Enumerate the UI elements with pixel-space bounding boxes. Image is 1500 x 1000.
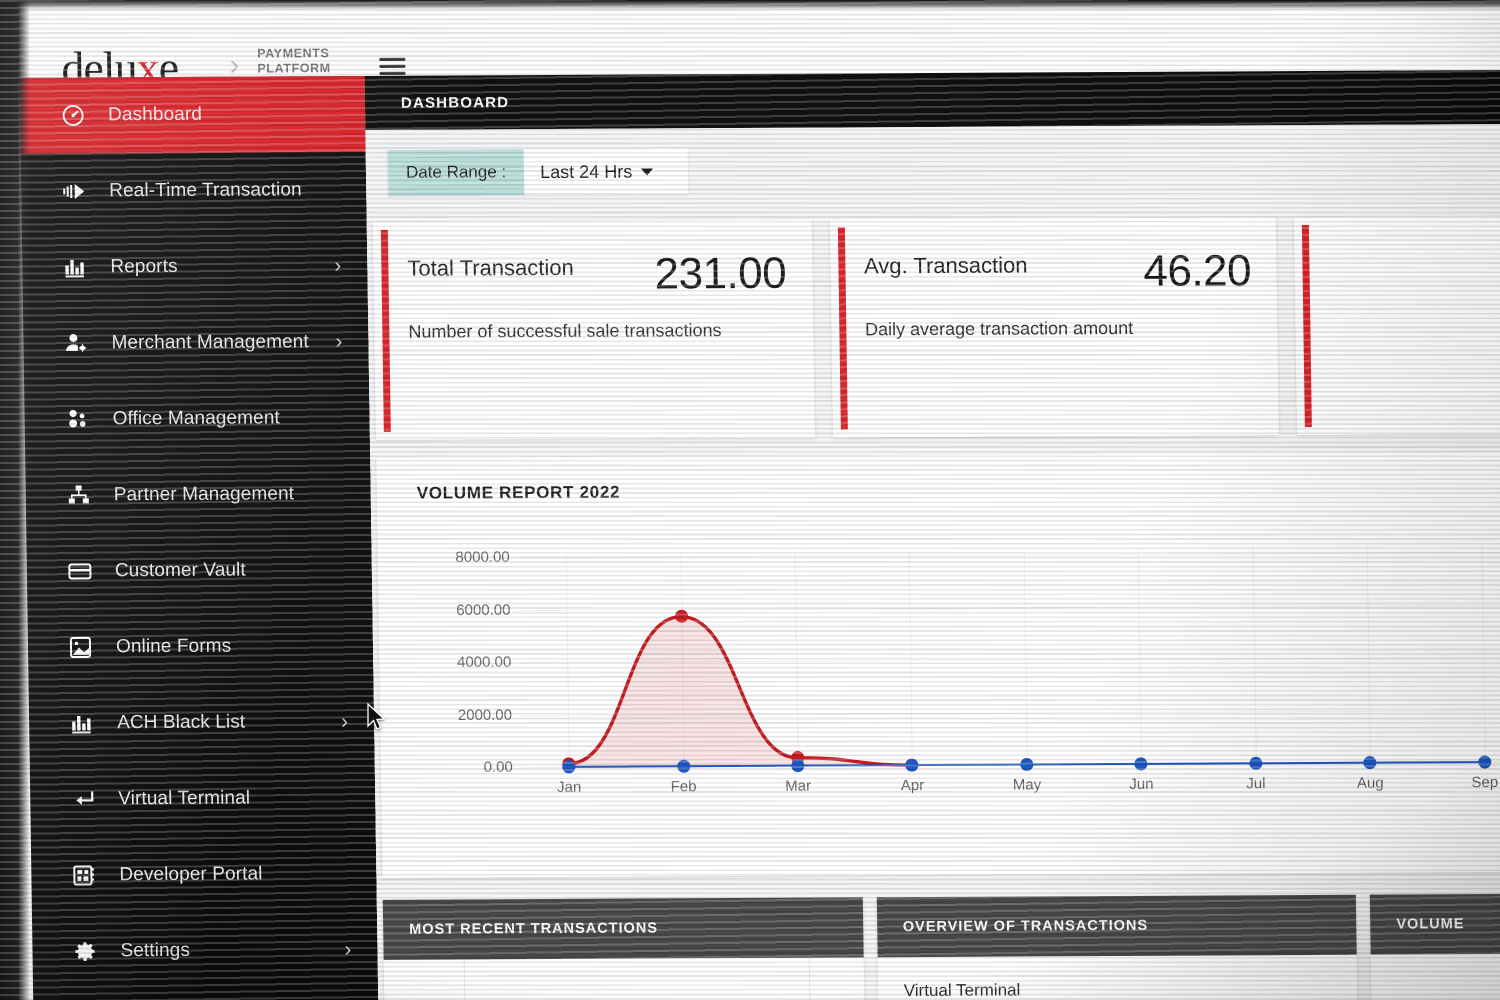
- panel-body: TRANS: [384, 957, 865, 1000]
- kpi-card-3: [1294, 215, 1500, 436]
- sidebar-item-label: Reports: [110, 255, 178, 278]
- user-gear-icon: [61, 330, 91, 356]
- credit-card-icon: [65, 558, 95, 584]
- enter-arrow-icon: [68, 786, 98, 812]
- kpi-card-header: Total Transaction 231.00: [407, 248, 787, 299]
- sidebar-item-office-management[interactable]: Office Management: [24, 380, 370, 458]
- volume-report-chart: 0.00 2000.00 4000.00 6000.00 8000.00 Jan Feb Ma…: [418, 546, 1500, 802]
- speedometer-icon: [58, 102, 88, 128]
- chart-data-point: [676, 759, 690, 773]
- sidebar-item-label: Customer Vault: [114, 559, 246, 582]
- sidebar-item-label: Settings: [120, 939, 191, 962]
- sidebar-item-label: Dashboard: [107, 103, 203, 126]
- kpi-value: 231.00: [654, 248, 787, 299]
- sidebar-item-virtual-terminal[interactable]: Virtual Terminal: [30, 760, 376, 838]
- kpi-subtitle: Daily average transaction amount: [864, 317, 1134, 339]
- sidebar-item-label: Online Forms: [115, 635, 232, 658]
- sidebar-item-label: Partner Management: [113, 483, 295, 506]
- panel-title: MOST RECENT TRANSACTIONS: [382, 897, 864, 960]
- chart-data-point: [1020, 757, 1034, 772]
- org-chart-icon: [64, 482, 94, 508]
- people-icon: [62, 406, 92, 432]
- volume-report-panel: VOLUME REPORT 2022 0.00 2000.00 4000.00 600…: [376, 451, 1500, 878]
- chevron-right-icon: ›: [335, 330, 343, 354]
- date-range-label: Date Range :: [387, 149, 525, 196]
- chart-data-point: [905, 758, 919, 772]
- monitor-bezel-left: [0, 0, 30, 1000]
- kpi-value: 46.20: [1143, 246, 1252, 296]
- developer-board-icon: [69, 862, 99, 888]
- kpi-card-list: Total Transaction 231.00 Number of success…: [372, 215, 1500, 440]
- sidebar-item-ach-black-list[interactable]: ACH Black List ›: [29, 684, 375, 762]
- sidebar-item-customer-vault[interactable]: Customer Vault: [26, 532, 372, 610]
- brand-tagline-line2: PLATFORM: [257, 60, 331, 76]
- sidebar-item-merchant-management[interactable]: Merchant Management ›: [23, 304, 369, 382]
- monitor-photo: gy A.C of Polar deluxe. › PAYMENTS PLATF…: [0, 0, 1500, 1000]
- chart-data-point: [791, 759, 805, 773]
- sidebar-item-label: Real-Time Transaction: [109, 179, 302, 202]
- monitor-bezel-top: [0, 0, 1500, 10]
- panel-most-recent-transactions: MOST RECENT TRANSACTIONSTRANS: [382, 897, 865, 1000]
- panel-body: Virtual Terminal: [877, 955, 1358, 1000]
- form-icon: [66, 634, 96, 660]
- panel-title: OVERVIEW OF TRANSACTIONS: [876, 894, 1357, 958]
- signal-arrow-icon: [59, 178, 89, 204]
- sidebar-item-developer-portal[interactable]: Developer Portal: [31, 836, 377, 914]
- sidebar-item-real-time-transaction[interactable]: Real-Time Transaction: [21, 152, 367, 230]
- volume-report-title: VOLUME REPORT 2022: [416, 482, 621, 503]
- page-title: DASHBOARD: [400, 93, 510, 112]
- kpi-card-2: Avg. Transaction 46.20 Daily average trans…: [829, 217, 1280, 438]
- sidebar-item-partner-management[interactable]: Partner Management: [25, 456, 371, 534]
- panel-body: [1371, 954, 1500, 1000]
- sidebar-item-settings[interactable]: Settings ›: [32, 912, 378, 990]
- chart-series-layer: [568, 614, 1485, 768]
- kpi-title: Total Transaction: [407, 254, 574, 281]
- chart-data-point: [674, 610, 688, 624]
- gear-icon: [70, 938, 100, 964]
- sidebar-item-label: Merchant Management: [111, 331, 309, 354]
- chevron-right-icon: ›: [340, 710, 349, 734]
- sidebar-item-label: ACH Black List: [116, 711, 246, 734]
- main-area: DASHBOARD Date Range : Last 24 Hrs Total…: [364, 69, 1500, 1000]
- kpi-card-1: Total Transaction 231.00 Number of success…: [372, 219, 815, 440]
- app-header: deluxe. › PAYMENTS PLATFORM: [0, 0, 1500, 94]
- chart-data-point: [1134, 757, 1148, 771]
- chevron-right-icon: ›: [334, 254, 342, 278]
- dashboard-content: Date Range : Last 24 Hrs Total Transacti…: [365, 123, 1500, 1000]
- date-range-value: Last 24 Hrs: [540, 161, 633, 182]
- bar-chart-icon: [67, 710, 97, 736]
- list-item[interactable]: Virtual Terminal: [877, 955, 1357, 1000]
- panel-title: VOLUME: [1369, 893, 1500, 955]
- sidebar: Dashboard Real-Time Transaction Reports › Me…: [19, 75, 380, 1000]
- sidebar-item-label: Virtual Terminal: [118, 787, 251, 810]
- kpi-title: Avg. Transaction: [863, 252, 1028, 279]
- chevron-right-icon: ›: [344, 938, 352, 962]
- chevron-down-icon: [641, 167, 654, 176]
- chart-data-point: [562, 760, 576, 774]
- chart-data-point: [1363, 756, 1377, 770]
- app-screen: gy A.C of Polar deluxe. › PAYMENTS PLATF…: [0, 0, 1500, 1000]
- breadcrumb: DASHBOARD: [364, 69, 1500, 130]
- sidebar-item-online-forms[interactable]: Online Forms: [27, 608, 373, 686]
- chart-data-point: [1477, 755, 1492, 769]
- date-range-select[interactable]: Last 24 Hrs: [524, 148, 670, 195]
- brand-tagline-line1: PAYMENTS: [257, 46, 330, 61]
- sidebar-item-label: Developer Portal: [119, 863, 263, 886]
- panel-volume: VOLUME: [1369, 893, 1500, 1000]
- kpi-card-header: Avg. Transaction 46.20: [863, 246, 1252, 296]
- sidebar-item-reports[interactable]: Reports ›: [22, 228, 368, 306]
- kpi-subtitle: [1329, 276, 1500, 277]
- kpi-card-header: [1329, 250, 1500, 251]
- bar-chart-icon: [60, 254, 90, 280]
- bottom-panel-list: MOST RECENT TRANSACTIONSTRANSOVERVIEW OF…: [382, 893, 1500, 1000]
- chart-data-point: [1248, 756, 1263, 770]
- brand-tagline: PAYMENTS PLATFORM: [257, 46, 331, 76]
- sidebar-item-dashboard[interactable]: Dashboard: [19, 75, 366, 154]
- kpi-subtitle: Number of successful sale transactions: [408, 319, 722, 342]
- date-range-control: Date Range : Last 24 Hrs: [387, 148, 689, 196]
- panel-overview-of-transactions: OVERVIEW OF TRANSACTIONS Virtual Terminal: [876, 894, 1359, 1000]
- sidebar-item-label: Office Management: [112, 407, 280, 430]
